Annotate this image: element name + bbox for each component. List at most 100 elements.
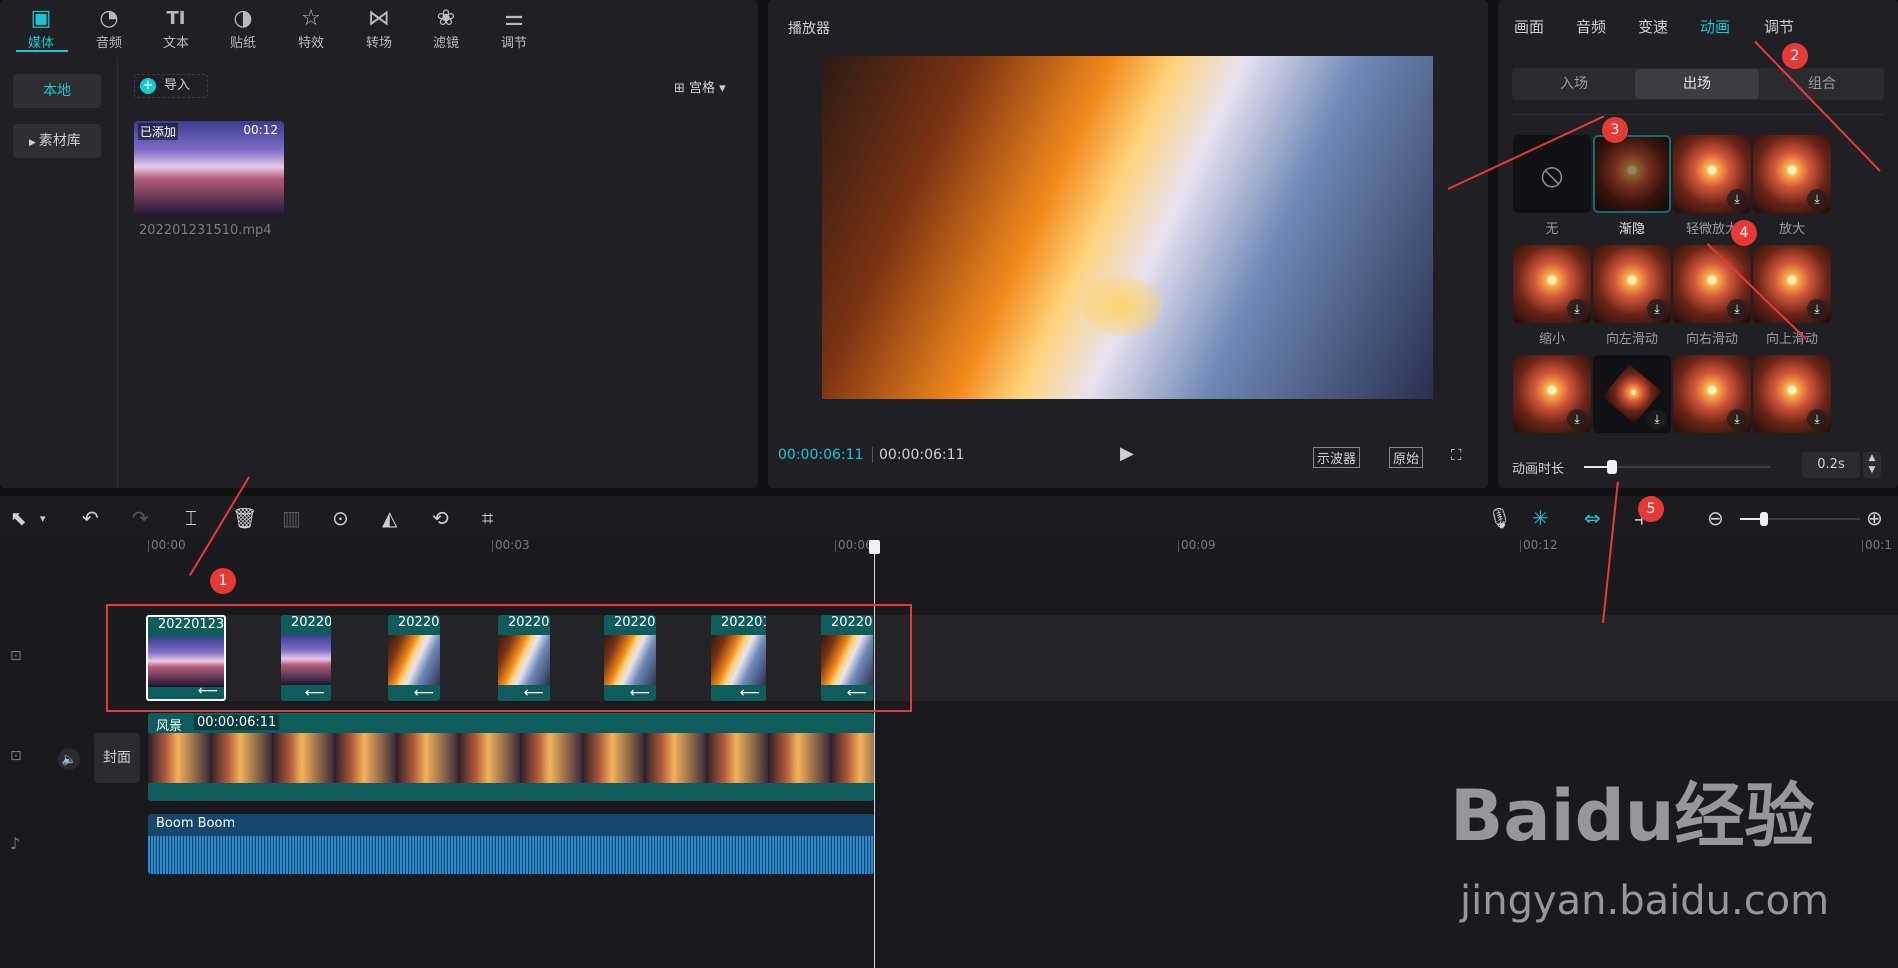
snap-icon[interactable]: ✳ xyxy=(1532,506,1549,530)
ruler-tick xyxy=(1862,540,1863,552)
rotate-icon[interactable]: ⟲ xyxy=(432,506,449,530)
animation-tile[interactable]: ⤓ xyxy=(1593,355,1671,433)
tab-speed[interactable]: 变速 xyxy=(1638,16,1668,37)
sidebar-item-library[interactable]: ▶ 素材库 xyxy=(13,124,101,158)
zoom-out-icon[interactable]: ⊖ xyxy=(1707,506,1724,530)
tab-animation[interactable]: 动画 xyxy=(1700,16,1730,37)
segment-out[interactable]: 出场 xyxy=(1635,69,1759,99)
segment-in[interactable]: 入场 xyxy=(1514,69,1634,99)
chevron-down-icon: ▾ xyxy=(715,81,726,96)
download-icon[interactable]: ⤓ xyxy=(1567,409,1587,429)
player-panel: 播放器 00:00:06:11 00:00:06:11 ▶ 示波器 原始 ⛶ xyxy=(768,0,1488,488)
link-icon[interactable]: ⇔ xyxy=(1584,506,1601,530)
tab-effects[interactable]: ☆ 特效 xyxy=(286,6,336,51)
download-icon[interactable]: ⤓ xyxy=(1647,409,1667,429)
chevron-down-icon[interactable]: ▾ xyxy=(40,512,46,525)
duration-label: 动画时长 xyxy=(1512,462,1565,477)
mirror-icon[interactable]: ◭ xyxy=(382,506,397,530)
import-button[interactable]: + 导入 xyxy=(134,74,208,98)
download-icon[interactable]: ⤓ xyxy=(1727,299,1747,319)
redo-icon[interactable]: ↷ xyxy=(132,506,149,530)
audio-clip-label: Boom Boom xyxy=(156,816,236,831)
annotation-badge-3: 3 xyxy=(1602,117,1628,143)
watermark: Baidu经验 jingyan.baidu.com xyxy=(1450,760,1890,960)
tab-sticker[interactable]: ◑ 贴纸 xyxy=(218,6,268,51)
download-icon[interactable]: ⤓ xyxy=(1807,299,1827,319)
reverse-play-icon[interactable]: ⊙ xyxy=(332,506,349,530)
undo-icon[interactable]: ↶ xyxy=(82,506,99,530)
split-icon[interactable]: ⌶ xyxy=(185,506,197,530)
plus-icon: + xyxy=(140,77,156,94)
animation-tile[interactable]: ⤓ xyxy=(1673,355,1751,433)
tab-text[interactable]: TI 文本 xyxy=(151,6,201,51)
tab-adjust[interactable]: ⚌ 调节 xyxy=(489,6,539,51)
animation-tile[interactable]: ⤓ xyxy=(1673,135,1751,213)
duration-stepper[interactable]: ▲ ▼ xyxy=(1863,452,1881,478)
download-icon[interactable]: ⤓ xyxy=(1807,189,1827,209)
inspector-panel: 画面 音频 变速 动画 调节 入场 出场 组合 ⦸ 无渐隐 ⤓ 轻微放大 ⤓ 放大 ⤓ 缩小 ⤓… xyxy=(1498,0,1898,488)
audio-clip[interactable]: Boom Boom xyxy=(148,814,874,874)
view-mode-dropdown[interactable]: ⊞ 宫格 ▾ xyxy=(674,77,726,96)
zoom-slider-knob[interactable] xyxy=(1760,512,1768,526)
crop-icon[interactable]: ⌗ xyxy=(482,506,493,530)
animation-tile[interactable]: ⤓ xyxy=(1753,355,1831,433)
download-icon[interactable]: ⤓ xyxy=(1807,409,1827,429)
filter-icon: ❀ xyxy=(436,6,456,31)
play-button[interactable]: ▶ xyxy=(1120,443,1134,464)
media-clip-thumbnail[interactable]: 已添加 00:12 xyxy=(134,121,284,217)
tab-transition[interactable]: ⋈ 转场 xyxy=(354,6,404,51)
download-icon[interactable]: ⤓ xyxy=(1647,299,1667,319)
animation-tile[interactable]: ⤓ xyxy=(1673,245,1751,323)
volume-icon[interactable]: 🔈 xyxy=(58,748,80,770)
animation-label: 向左滑动 xyxy=(1605,332,1658,347)
video-preview xyxy=(822,56,1433,399)
audio-waveform xyxy=(148,836,874,874)
annotation-badge-1: 1 xyxy=(210,568,236,594)
tab-inspector-audio[interactable]: 音频 xyxy=(1576,16,1606,37)
sidebar-item-local[interactable]: 本地 xyxy=(13,74,101,108)
highlight-box xyxy=(106,604,912,712)
animation-tile[interactable]: ⤓ xyxy=(1513,245,1591,323)
tab-audio[interactable]: ◔ 音频 xyxy=(84,6,134,51)
delete-icon[interactable]: 🗑 xyxy=(232,506,257,530)
segment-combo[interactable]: 组合 xyxy=(1762,69,1882,99)
duration-input[interactable]: 0.2s xyxy=(1802,452,1860,478)
animation-label: 向上滑动 xyxy=(1765,332,1818,347)
ratio-button[interactable]: 原始 xyxy=(1389,447,1424,468)
media-panel: ▣ 媒体 ◔ 音频 TI 文本 ◑ 贴纸 ☆ 特效 ⋈ 转场 ❀ 滤镜 ⚌ 调节 本地 ▶ 素材… xyxy=(0,0,758,488)
tab-media[interactable]: ▣ 媒体 xyxy=(16,6,66,51)
main-clip-time: 00:00:06:11 xyxy=(194,715,280,730)
animation-tile[interactable]: ⦸ xyxy=(1513,135,1591,213)
download-icon[interactable]: ⤓ xyxy=(1567,299,1587,319)
main-video-clip[interactable]: 风景 00:00:06:11 xyxy=(148,713,874,801)
zoom-slider-track[interactable] xyxy=(1740,512,1860,526)
annotation-badge-2: 2 xyxy=(1782,43,1808,69)
tab-filter[interactable]: ❀ 滤镜 xyxy=(421,6,471,51)
media-clip-name: 202201231510.mp4 xyxy=(139,223,272,238)
animation-label: 无 xyxy=(1545,222,1559,237)
cover-button[interactable]: 封面 xyxy=(94,733,140,783)
duration-slider-knob[interactable] xyxy=(1606,460,1617,474)
ruler-label: 00:06 xyxy=(838,538,873,552)
freeze-icon[interactable]: ▥ xyxy=(282,506,301,530)
animation-tile[interactable] xyxy=(1593,135,1671,213)
divider xyxy=(1512,114,1884,115)
waveform-button[interactable]: 示波器 xyxy=(1313,447,1361,468)
download-icon[interactable]: ⤓ xyxy=(1727,189,1747,209)
microphone-icon[interactable]: 🎙 xyxy=(1487,506,1512,530)
animation-tile[interactable]: ⤓ xyxy=(1593,245,1671,323)
animation-tile[interactable]: ⤓ xyxy=(1753,135,1831,213)
download-icon[interactable]: ⤓ xyxy=(1727,409,1747,429)
playhead-handle[interactable] xyxy=(869,540,880,554)
zoom-in-icon[interactable]: ⊕ xyxy=(1866,506,1883,530)
active-tab-underline xyxy=(16,50,68,52)
animation-tile[interactable]: ⤓ xyxy=(1513,355,1591,433)
tab-inspector-adjust[interactable]: 调节 xyxy=(1764,16,1794,37)
animation-tile[interactable]: ⤓ xyxy=(1753,245,1831,323)
tab-picture[interactable]: 画面 xyxy=(1514,16,1544,37)
select-tool-icon[interactable]: ⬉ xyxy=(10,506,27,530)
clip-duration: 00:12 xyxy=(243,123,278,137)
baidu-logo: Baidu经验 xyxy=(1450,775,1815,857)
fullscreen-button[interactable]: ⛶ xyxy=(1451,446,1462,464)
duration-slider-track[interactable] xyxy=(1584,460,1770,474)
